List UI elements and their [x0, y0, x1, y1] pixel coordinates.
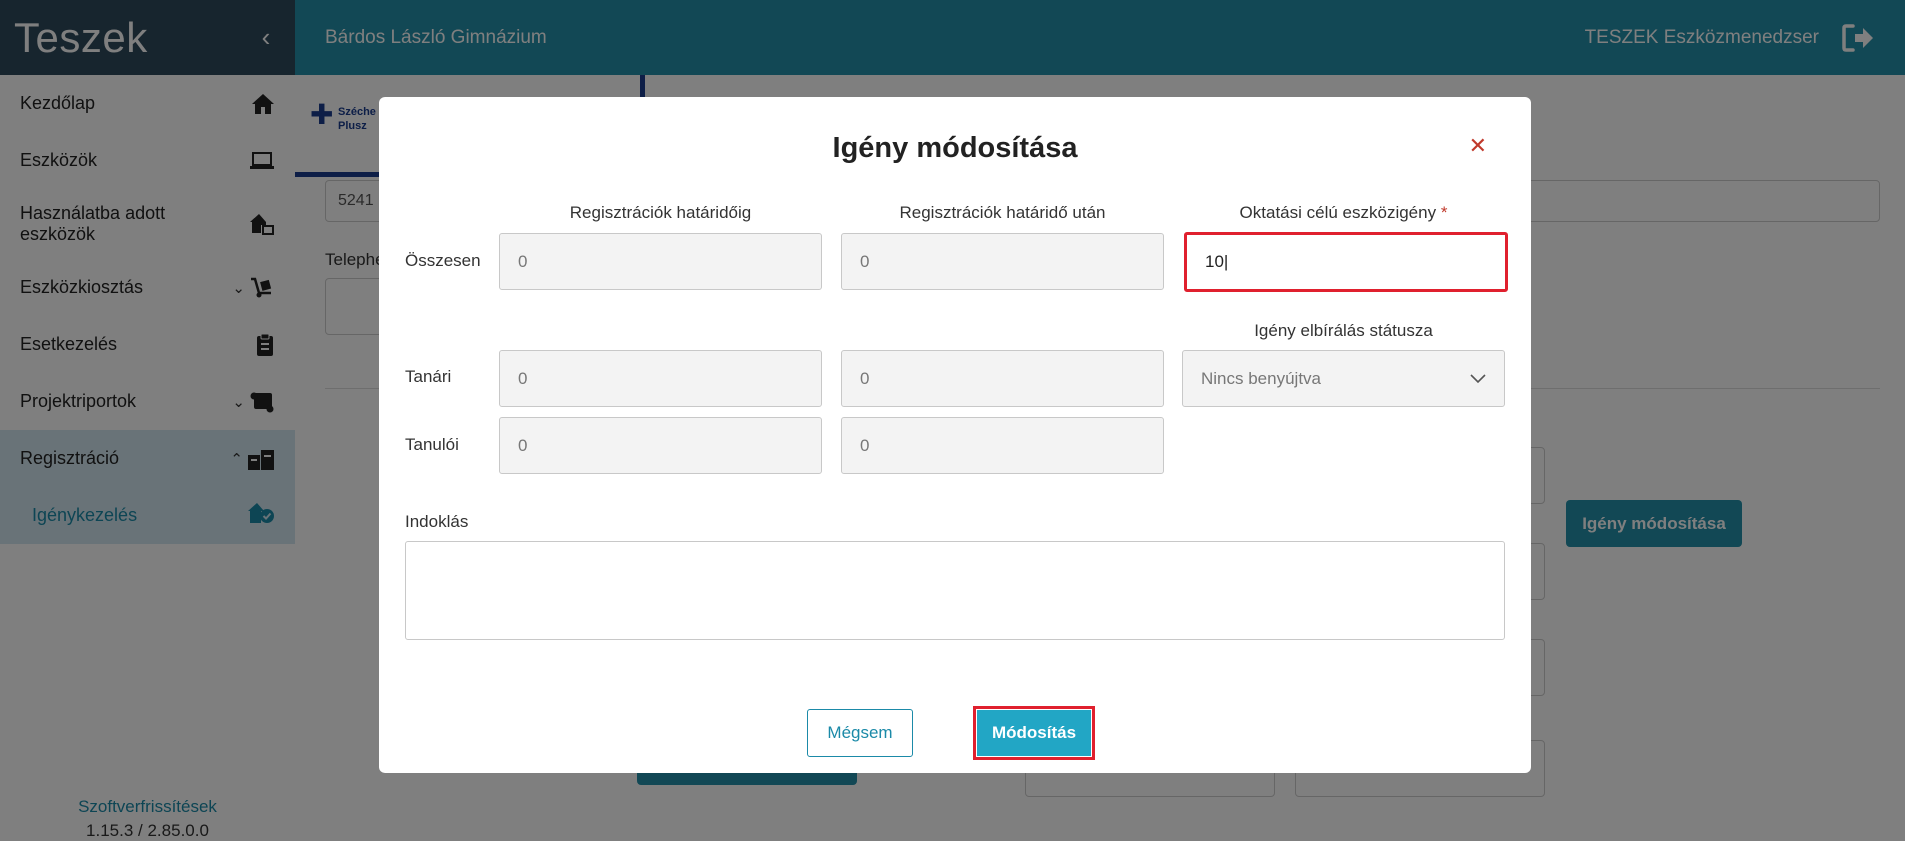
reason-textarea[interactable] [405, 541, 1505, 640]
status-select-value: Nincs benyújtva [1201, 368, 1322, 388]
field-value: 0 [860, 368, 870, 388]
col-header-registrations-after-deadline: Regisztrációk határidő után [899, 203, 1106, 222]
student-deadline-field[interactable]: 0 [499, 417, 822, 474]
educational-demand-input[interactable]: 10 | [1184, 232, 1508, 292]
total-after-deadline-field[interactable]: 0 [841, 233, 1164, 290]
dialog-title: Igény módosítása [832, 132, 1078, 164]
student-after-deadline-field[interactable]: 0 [841, 417, 1164, 474]
field-value: 0 [518, 368, 528, 388]
close-icon[interactable]: ✕ [1469, 133, 1487, 159]
modify-request-dialog: Igény módosítása ✕ Regisztrációk határid… [379, 97, 1531, 773]
submit-button[interactable]: Módosítás [977, 710, 1091, 756]
chevron-down-icon [1470, 373, 1486, 383]
field-value: 10 [1205, 252, 1224, 271]
col-header-label: Oktatási célú eszközigény [1239, 203, 1437, 222]
status-select[interactable]: Nincs benyújtva [1182, 350, 1505, 407]
total-deadline-field[interactable]: 0 [499, 233, 822, 290]
status-label: Igény elbírálás státusza [1254, 321, 1433, 340]
reason-label: Indoklás [405, 512, 469, 531]
row-label-total: Összesen [405, 251, 481, 270]
row-label-student: Tanulói [405, 435, 459, 454]
teacher-after-deadline-field[interactable]: 0 [841, 350, 1164, 407]
row-label-teacher: Tanári [405, 367, 452, 386]
cancel-button[interactable]: Mégsem [807, 709, 913, 757]
field-value: 0 [518, 251, 528, 271]
teacher-deadline-field[interactable]: 0 [499, 350, 822, 407]
field-value: 0 [518, 435, 528, 455]
field-value: 0 [860, 251, 870, 271]
required-marker: * [1440, 203, 1448, 222]
col-header-educational-demand: Oktatási célú eszközigény * [1182, 203, 1505, 223]
col-header-registrations-deadline: Regisztrációk határidőig [569, 203, 752, 222]
field-value: 0 [860, 435, 870, 455]
